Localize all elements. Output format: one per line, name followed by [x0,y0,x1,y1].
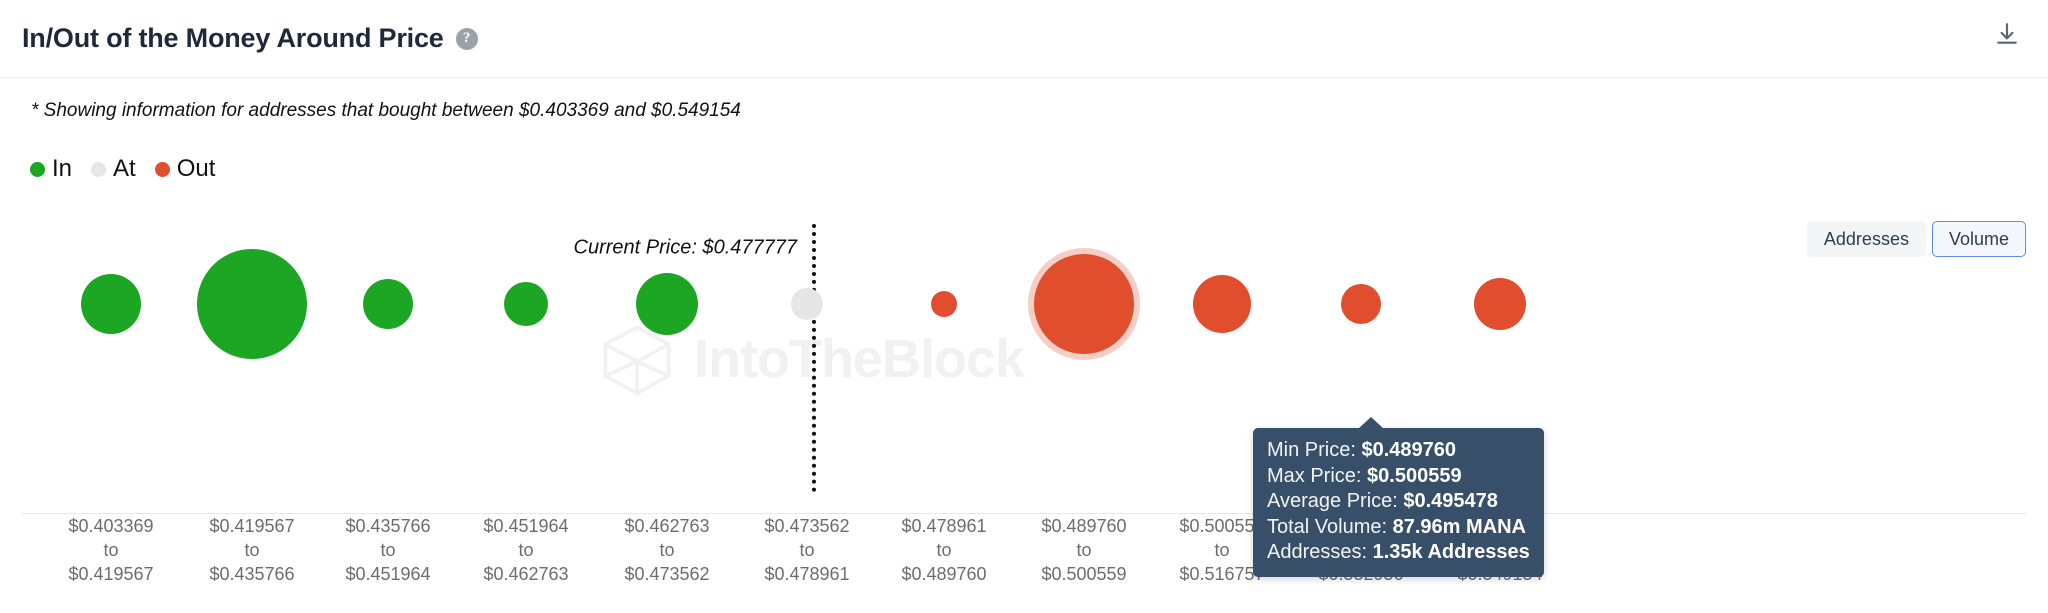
metric-toggle-group: Addresses Volume [1806,221,2026,257]
x-tick-sep: to [1076,539,1092,560]
x-tick-label: $0.462763 to $0.473562 [624,515,709,586]
x-tick-max: $0.462763 [483,563,569,584]
x-tick-label: $0.478961 to $0.489760 [901,515,986,586]
tooltip-key: Average Price: [1267,490,1404,513]
x-tick-min: $0.489760 [1041,516,1127,536]
x-tick-max: $0.419567 [68,563,154,584]
question-mark-icon[interactable]: ? [455,27,478,50]
x-tick-label: $0.451964 to $0.462763 [483,515,568,586]
x-tick-label: $0.500559 to $0.516757 [1179,515,1264,586]
chart-note: * Showing information for addresses that… [31,100,741,121]
x-tick-sep: to [518,539,534,560]
bubble-out-4[interactable] [1341,284,1381,324]
watermark-text: IntoTheBlock [694,329,1025,389]
bubble-in-2[interactable] [197,249,307,359]
tooltip-row-total-volume: Total Volume: 87.96m MANA [1267,515,1530,541]
legend-item-in[interactable]: In [30,157,72,181]
bubble-out-2-selected[interactable] [1034,254,1134,354]
legend-dot-at [91,161,107,177]
x-tick-label: $0.435766 to $0.451964 [345,515,430,586]
x-tick-min: $0.451964 [483,516,569,536]
chart-legend: In At Out [30,157,215,181]
x-tick-min: $0.462763 [624,516,710,536]
x-tick-min: $0.478961 [901,516,987,536]
x-axis-labels: $0.403369 to $0.419567 $0.419567 to $0.4… [22,515,2026,605]
x-tick-min: $0.473562 [764,516,850,536]
page-title: In/Out of the Money Around Price [22,23,444,53]
x-tick-sep: to [799,539,815,560]
bubble-in-5[interactable] [636,273,698,335]
legend-dot-in [30,161,45,177]
bubble-tooltip: Min Price: $0.489760 Max Price: $0.50055… [1253,417,1544,577]
bubble-in-4[interactable] [504,282,548,326]
bubble-in-1[interactable] [81,274,141,334]
tab-addresses[interactable]: Addresses [1806,221,1926,257]
bubble-out-1[interactable] [931,291,957,317]
x-tick-max: $0.451964 [345,563,431,584]
legend-label-at: At [113,155,136,182]
x-tick-min: $0.419567 [209,516,295,536]
tooltip-row-max-price: Max Price: $0.500559 [1267,464,1530,490]
x-tick-max: $0.500559 [1041,563,1127,584]
x-tick-label: $0.403369 to $0.419567 [68,515,153,586]
tooltip-value: $0.489760 [1361,439,1457,461]
tooltip-key: Min Price: [1267,439,1362,461]
legend-item-at[interactable]: At [91,157,136,181]
current-price-line [812,224,816,492]
bubble-at-1[interactable] [791,288,823,320]
x-tick-label: $0.489760 to $0.500559 [1041,515,1126,586]
current-price-label: Current Price: $0.477777 [573,236,797,259]
legend-label-out: Out [176,155,216,182]
x-tick-label: $0.419567 to $0.435766 [209,515,294,586]
tooltip-value: $0.500559 [1367,464,1462,487]
bubble-plot-area: IntoTheBlock Current Price: $0.477777 [22,224,2026,514]
tooltip-key: Total Volume: [1267,515,1393,538]
x-axis-line [22,513,2026,514]
x-tick-max: $0.435766 [209,563,295,584]
x-tick-sep: to [380,539,396,560]
x-tick-label: $0.473562 to $0.478961 [764,515,849,586]
x-tick-sep: to [936,539,952,560]
x-tick-sep: to [1214,539,1230,560]
widget-header: In/Out of the Money Around Price ? [0,0,2048,78]
legend-dot-out [154,161,170,177]
x-tick-min: $0.435766 [345,516,431,536]
tooltip-key: Max Price: [1267,464,1368,487]
x-tick-min: $0.403369 [68,516,154,536]
bubble-out-3[interactable] [1193,275,1251,333]
tooltip-key: Addresses: [1267,541,1373,564]
x-tick-sep: to [244,539,260,560]
tooltip-value: $0.495478 [1403,490,1498,513]
tooltip-row-addresses: Addresses: 1.35k Addresses [1267,540,1530,566]
bubble-in-3[interactable] [363,279,413,329]
tooltip-row-min-price: Min Price: $0.489760 [1267,438,1530,464]
legend-label-in: In [52,155,73,182]
tooltip-arrow [1358,417,1384,429]
tooltip-value: 1.35k Addresses [1372,541,1530,564]
tab-volume[interactable]: Volume [1931,221,2026,257]
x-tick-max: $0.473562 [624,563,710,584]
tooltip-value: 87.96m MANA [1392,515,1527,538]
legend-item-out[interactable]: Out [154,155,216,182]
x-tick-max: $0.516757 [1179,563,1265,584]
download-icon[interactable] [1988,14,2026,54]
intotheblock-chart-widget: In/Out of the Money Around Price ? * Sho… [0,0,2048,613]
bubble-out-5[interactable] [1474,278,1526,330]
x-tick-max: $0.478961 [764,563,850,584]
x-tick-max: $0.489760 [901,563,987,584]
x-tick-sep: to [103,539,119,560]
tooltip-row-average-price: Average Price: $0.495478 [1267,489,1530,515]
x-tick-min: $0.500559 [1179,516,1265,536]
x-tick-sep: to [659,539,675,560]
